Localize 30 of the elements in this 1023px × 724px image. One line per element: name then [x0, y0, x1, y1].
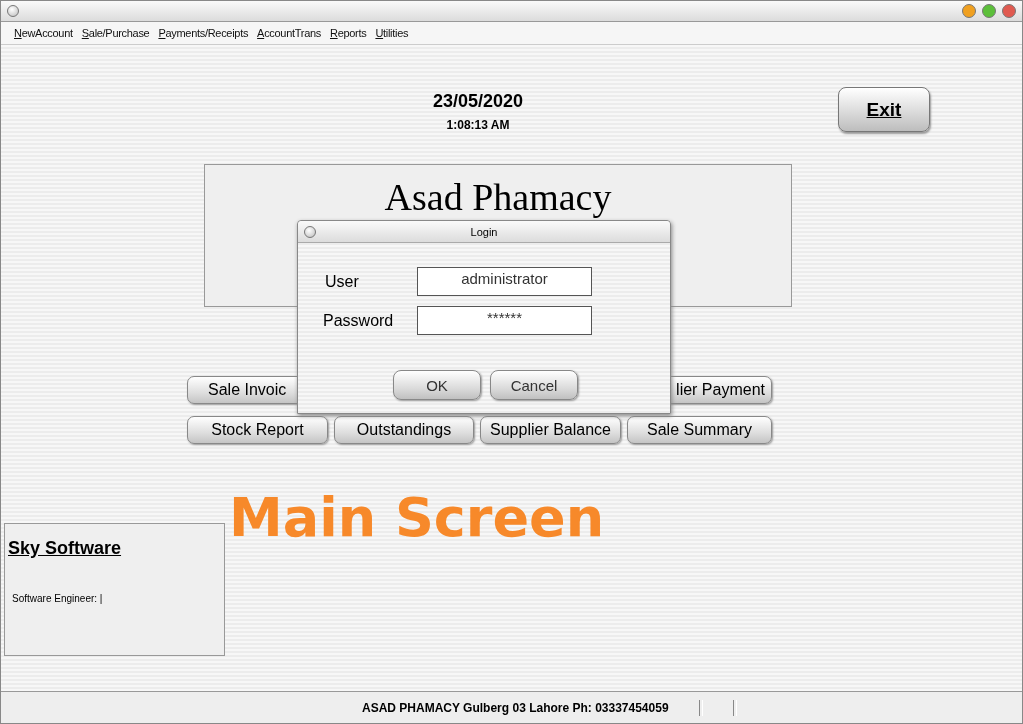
nav-button[interactable]: Supplier Balance	[480, 416, 621, 444]
field-label: Password	[323, 311, 395, 330]
menu-item[interactable]: Utilities	[375, 27, 409, 39]
window-menu-icon[interactable]	[7, 5, 19, 17]
exit-button[interactable]: Exit	[838, 87, 930, 132]
menu-item[interactable]: AccountTrans	[257, 27, 321, 39]
dialog-menu-icon[interactable]	[304, 225, 316, 238]
nav-button[interactable]: Sale Summary	[627, 416, 772, 444]
date-text: 23/05/2020	[432, 91, 524, 112]
pharmacy-name: Asad Phamacy	[384, 175, 612, 219]
window-control-button[interactable]	[962, 4, 976, 18]
company-name: Sky Software	[8, 538, 123, 559]
window-control-button[interactable]	[982, 4, 996, 18]
input-field[interactable]: administrator	[417, 267, 592, 296]
menu-item[interactable]: Sale/Purchase	[81, 27, 150, 39]
status-text: ASAD PHAMACY Gulberg 03 Lahore Ph: 03337454059	[362, 700, 669, 715]
dialog-button[interactable]: Cancel	[490, 370, 578, 400]
menu-item[interactable]: Reports	[330, 27, 367, 39]
menu-item[interactable]: NewAccount	[14, 27, 73, 39]
engineer-text: Software Engineer: |	[11, 593, 104, 604]
menu-item[interactable]: Payments/Receipts	[158, 27, 249, 39]
dialog-button[interactable]: OK	[393, 370, 481, 400]
time-text: 1:08:13 AM	[446, 118, 510, 132]
field-label: User	[324, 272, 360, 291]
dialog-title: Login	[470, 225, 498, 238]
input-field[interactable]: ******	[417, 306, 592, 335]
window-control-button[interactable]	[1002, 4, 1016, 18]
caption-text: Main Screen	[229, 491, 605, 545]
nav-button[interactable]: Outstandings	[334, 416, 474, 444]
nav-button[interactable]: Stock Report	[187, 416, 328, 444]
